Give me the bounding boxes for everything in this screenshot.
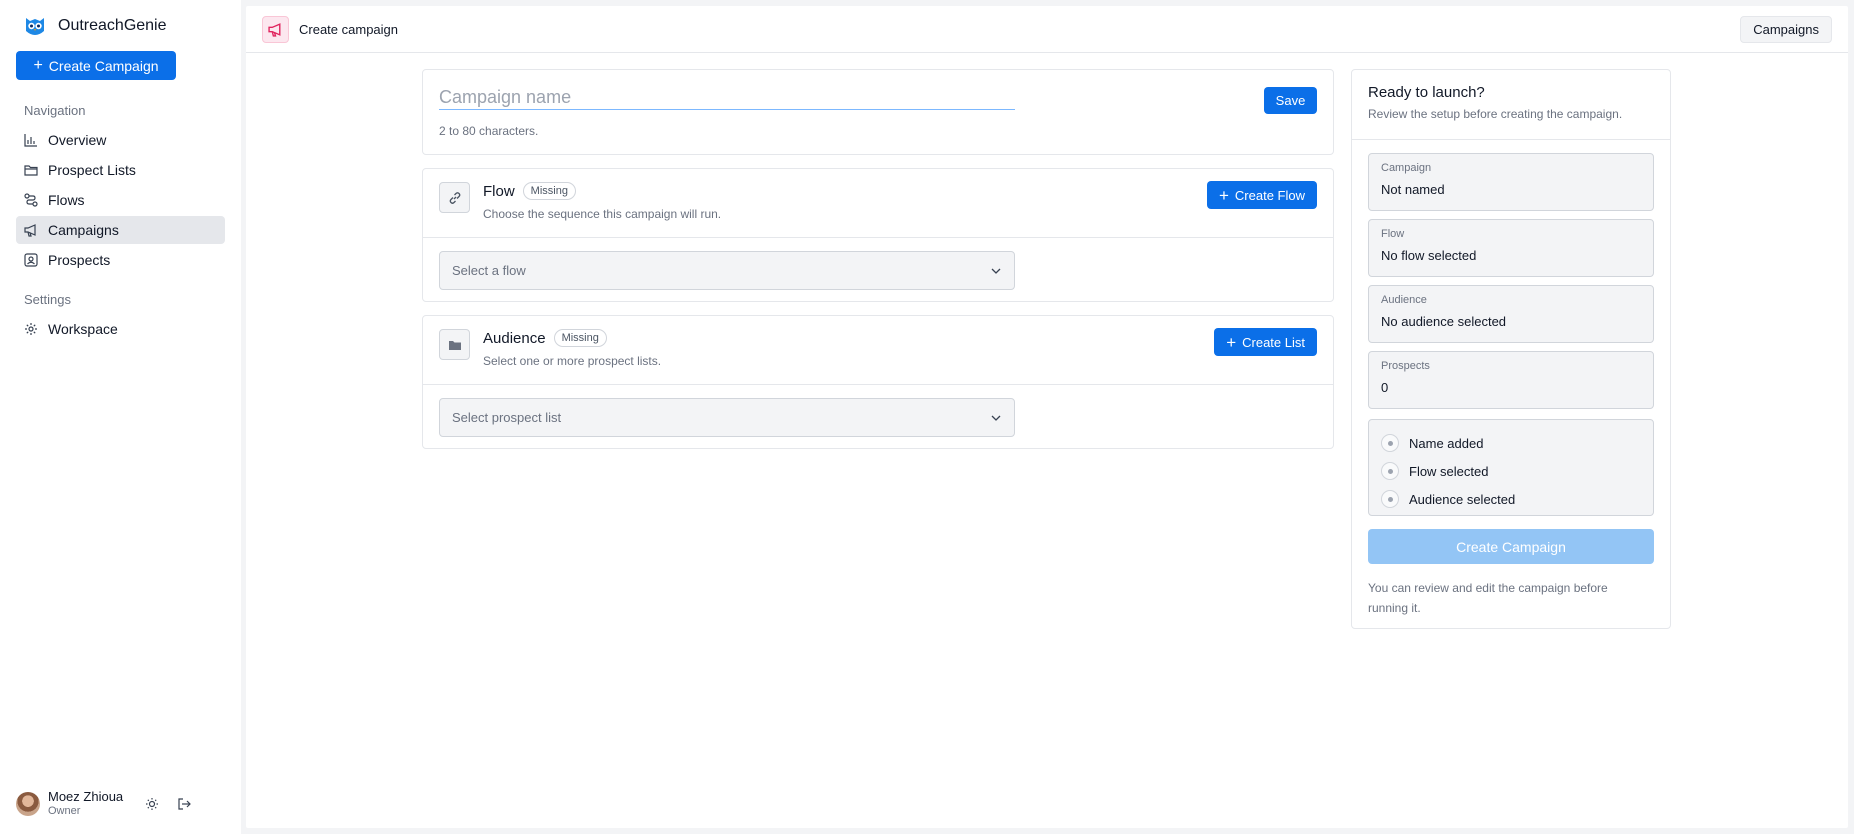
create-flow-label: Create Flow xyxy=(1234,187,1305,203)
owl-logo-icon xyxy=(22,13,48,39)
folder-icon xyxy=(439,329,470,360)
pending-dot-icon xyxy=(1381,434,1399,452)
sun-icon[interactable] xyxy=(145,797,159,811)
summary-field-value: No flow selected xyxy=(1381,248,1477,263)
contact-icon xyxy=(24,253,38,267)
sidebar-item-workspace[interactable]: Workspace xyxy=(16,315,225,343)
summary-field-value: No audience selected xyxy=(1381,314,1507,329)
sidebar-item-prospect-lists[interactable]: Prospect Lists xyxy=(16,156,225,184)
status-badge: Missing xyxy=(553,329,607,347)
audience-section-header: Audience Missing Select one or more pros… xyxy=(423,316,1333,385)
page-title: Create campaign xyxy=(299,21,398,37)
summary-field-label: Flow xyxy=(1381,228,1405,240)
nav-group-label: Navigation xyxy=(24,103,86,118)
flow-select[interactable]: Select a flow xyxy=(439,251,1015,290)
checklist-item: Audience selected xyxy=(1381,485,1641,513)
brand[interactable]: OutreachGenie xyxy=(22,12,225,40)
create-flow-button[interactable]: + Create Flow xyxy=(1206,181,1317,209)
summary-subtitle: Review the setup before creating the cam… xyxy=(1368,107,1623,121)
pending-dot-icon xyxy=(1381,462,1399,480)
create-campaign-submit-button[interactable]: Create Campaign xyxy=(1368,529,1654,564)
flow-section: Flow Missing Choose the sequence this ca… xyxy=(422,168,1334,302)
create-list-button[interactable]: + Create List xyxy=(1214,328,1317,356)
checklist-item: Flow selected xyxy=(1381,457,1641,485)
user-name: Moez Zhioua xyxy=(48,789,124,804)
flow-section-header: Flow Missing Choose the sequence this ca… xyxy=(423,169,1333,238)
summary-title: Ready to launch? xyxy=(1368,84,1485,101)
chevron-down-icon xyxy=(991,268,1001,274)
megaphone-icon xyxy=(262,15,289,43)
plus-icon: + xyxy=(1226,332,1237,352)
summary-field-campaign: Campaign Not named xyxy=(1368,153,1654,211)
launch-checklist: Name added Flow selected Audience select… xyxy=(1368,419,1654,516)
sidebar-item-label: Campaigns xyxy=(48,222,119,238)
campaigns-link-button[interactable]: Campaigns xyxy=(1740,15,1832,43)
summary-field-audience: Audience No audience selected xyxy=(1368,285,1654,343)
logout-icon[interactable] xyxy=(177,797,192,811)
summary-field-value: 0 xyxy=(1381,380,1389,395)
save-button[interactable]: Save xyxy=(1264,87,1317,114)
campaign-name-input[interactable] xyxy=(439,86,1015,110)
campaign-name-card: 2 to 80 characters. Save xyxy=(422,69,1334,155)
sidebar-item-label: Overview xyxy=(48,132,107,148)
create-campaign-button[interactable]: + Create Campaign xyxy=(16,51,176,80)
create-campaign-label: Create Campaign xyxy=(48,57,159,74)
sidebar-item-overview[interactable]: Overview xyxy=(16,126,225,154)
summary-note: You can review and edit the campaign bef… xyxy=(1368,581,1608,615)
launch-summary-panel: Ready to launch? Review the setup before… xyxy=(1351,69,1671,629)
flow-select-placeholder: Select a flow xyxy=(452,263,526,278)
sidebar-item-flows[interactable]: Flows xyxy=(16,186,225,214)
bar-chart-icon xyxy=(24,134,37,147)
summary-field-flow: Flow No flow selected xyxy=(1368,219,1654,277)
link-icon xyxy=(439,182,470,213)
summary-header: Ready to launch? Review the setup before… xyxy=(1352,70,1670,140)
sidebar-item-label: Prospect Lists xyxy=(48,162,136,178)
user-role: Owner xyxy=(48,805,81,817)
user-profile: Moez Zhioua Owner xyxy=(16,789,192,818)
flow-section-title: Flow xyxy=(483,182,515,200)
summary-field-label: Prospects xyxy=(1381,360,1430,372)
checklist-item-label: Audience selected xyxy=(1409,491,1516,507)
prospect-list-select[interactable]: Select prospect list xyxy=(439,398,1015,437)
topbar: Create campaign Campaigns xyxy=(246,6,1848,53)
sidebar-item-label: Prospects xyxy=(48,252,111,268)
sidebar-item-label: Workspace xyxy=(48,321,118,337)
folder-icon xyxy=(24,165,38,176)
prospect-list-placeholder: Select prospect list xyxy=(452,410,562,425)
checklist-item: Name added xyxy=(1381,429,1641,457)
megaphone-icon xyxy=(24,224,36,237)
audience-section-title: Audience xyxy=(483,329,546,347)
sidebar-item-campaigns[interactable]: Campaigns xyxy=(16,216,225,244)
pending-dot-icon xyxy=(1381,490,1399,508)
summary-field-label: Campaign xyxy=(1381,162,1432,174)
avatar[interactable] xyxy=(16,791,40,816)
summary-field-value: Not named xyxy=(1381,182,1445,197)
app-root: OutreachGenie + Create Campaign Navigati… xyxy=(0,0,1854,834)
audience-section: Audience Missing Select one or more pros… xyxy=(422,315,1334,449)
sidebar-item-label: Flows xyxy=(48,192,85,208)
campaign-name-hint: 2 to 80 characters. xyxy=(439,124,539,138)
gear-icon xyxy=(25,323,37,335)
checklist-item-label: Name added xyxy=(1409,435,1484,451)
status-badge: Missing xyxy=(522,182,576,200)
flow-section-description: Choose the sequence this campaign will r… xyxy=(483,207,722,221)
sidebar: OutreachGenie + Create Campaign Navigati… xyxy=(0,0,241,834)
main-panel: Create campaign Campaigns 2 to 80 charac… xyxy=(246,6,1848,828)
route-icon xyxy=(24,193,38,207)
summary-field-prospects: Prospects 0 xyxy=(1368,351,1654,409)
create-list-label: Create List xyxy=(1242,334,1305,350)
audience-section-description: Select one or more prospect lists. xyxy=(483,354,662,368)
sidebar-item-prospects[interactable]: Prospects xyxy=(16,246,225,274)
chevron-down-icon xyxy=(991,415,1001,421)
plus-icon: + xyxy=(33,56,43,74)
summary-field-label: Audience xyxy=(1381,294,1427,306)
settings-group-label: Settings xyxy=(24,292,71,307)
brand-name: OutreachGenie xyxy=(58,17,167,34)
plus-icon: + xyxy=(1218,185,1229,205)
checklist-item-label: Flow selected xyxy=(1409,463,1489,479)
